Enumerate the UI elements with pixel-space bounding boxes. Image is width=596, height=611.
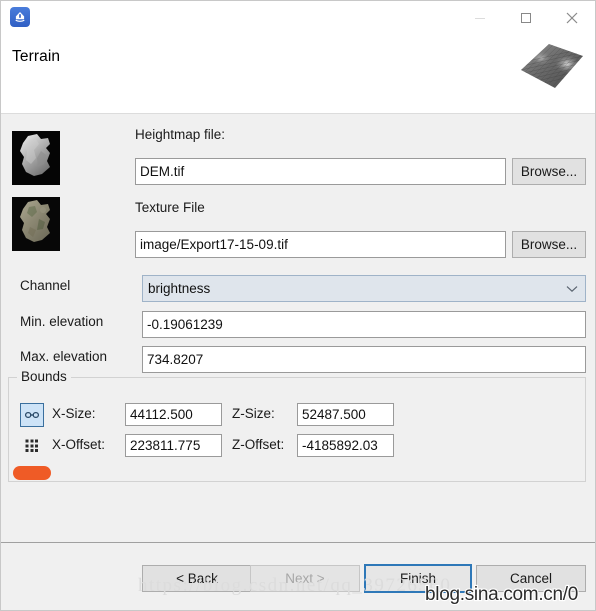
x-offset-input[interactable] (125, 434, 222, 457)
terrain-surface-preview (521, 44, 583, 88)
terrain-wizard-window: Terrain Heightmap file: DEM.tif Browse..… (0, 0, 596, 611)
close-icon (566, 12, 578, 23)
heightmap-browse-button[interactable]: Browse... (512, 158, 586, 185)
cancel-button[interactable]: Cancel (476, 565, 586, 592)
texture-input[interactable] (135, 231, 506, 258)
close-button[interactable] (549, 1, 595, 34)
maximize-button[interactable] (503, 1, 549, 34)
bounds-groupbox (8, 377, 586, 482)
next-button: Next > (250, 565, 360, 592)
x-offset-label: X-Offset: (52, 437, 106, 452)
texture-browse-button[interactable]: Browse... (512, 231, 586, 258)
app-icon (10, 7, 30, 27)
link-chain-icon (24, 411, 40, 419)
grid-icon (25, 439, 38, 452)
heightmap-input[interactable] (135, 158, 506, 185)
z-size-input[interactable] (297, 403, 394, 426)
z-offset-input[interactable] (297, 434, 394, 457)
maximize-icon (521, 12, 531, 23)
max-elevation-label: Max. elevation (20, 349, 108, 364)
x-size-input[interactable] (125, 403, 222, 426)
link-axes-toggle[interactable] (20, 403, 44, 427)
min-elevation-label: Min. elevation (20, 314, 104, 329)
window-controls (457, 1, 595, 34)
orange-highlight-annotation (13, 466, 51, 480)
title-bar (1, 1, 595, 34)
chevron-down-icon (559, 285, 585, 293)
page-title: Terrain (12, 48, 61, 65)
channel-select-value: brightness (148, 281, 211, 296)
finish-button[interactable]: Finish (364, 564, 472, 593)
x-size-label: X-Size: (52, 406, 96, 421)
grid-snap-toggle[interactable] (20, 434, 44, 458)
channel-label: Channel (20, 278, 71, 293)
channel-select[interactable]: brightness (142, 275, 586, 302)
heightmap-thumbnail (12, 131, 60, 185)
heightmap-label: Heightmap file: (135, 127, 226, 142)
heightmap-thumbnail-image (12, 131, 60, 185)
minimize-icon (475, 17, 485, 19)
texture-thumbnail (12, 197, 60, 251)
texture-thumbnail-image (12, 197, 60, 251)
bounds-legend: Bounds (17, 369, 71, 384)
max-elevation-input[interactable] (142, 346, 586, 373)
app-icon-glyph (15, 12, 25, 22)
min-elevation-input[interactable] (142, 311, 586, 338)
wizard-content: Heightmap file: Browse... Texture File B… (1, 114, 595, 610)
texture-label: Texture File (135, 200, 205, 215)
wizard-header: Terrain (1, 34, 595, 114)
back-button[interactable]: < Back (142, 565, 252, 592)
minimize-button[interactable] (457, 1, 503, 34)
z-offset-label: Z-Offset: (232, 437, 285, 452)
z-size-label: Z-Size: (232, 406, 275, 421)
